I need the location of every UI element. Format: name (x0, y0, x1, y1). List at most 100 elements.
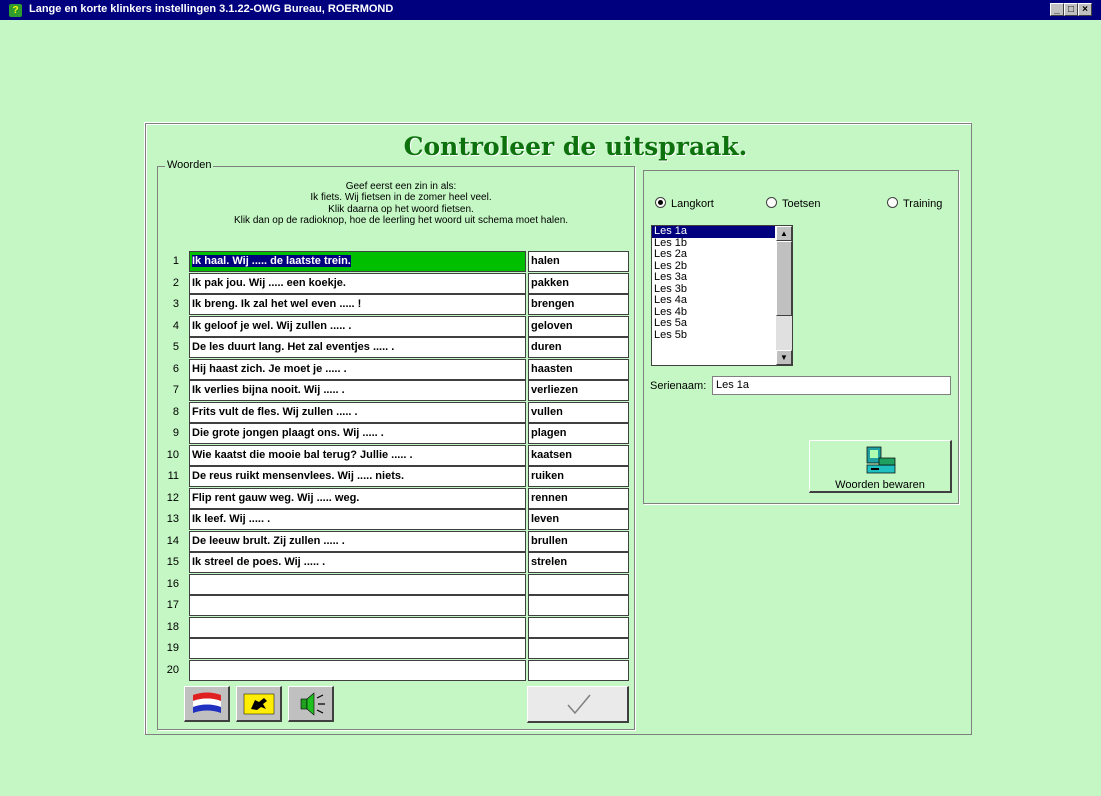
sentence-field[interactable]: Ik leef. Wij ..... . (189, 509, 526, 530)
list-item[interactable]: Les 3a (652, 271, 775, 284)
lesson-list[interactable]: Les 1a Les 1b Les 2a Les 2b Les 3a Les 3… (651, 225, 793, 366)
scroll-down-icon[interactable]: ▼ (776, 350, 792, 365)
sentence-field[interactable] (189, 638, 526, 659)
speaker-button[interactable] (288, 686, 334, 722)
table-row: 6 Hij haast zich. Je moet je ..... . haast… (160, 358, 630, 380)
sentence-field[interactable]: Die grote jongen plaagt ons. Wij ..... . (189, 423, 526, 444)
sentence-field[interactable] (189, 659, 526, 681)
list-item[interactable]: Les 4a (652, 294, 775, 307)
table-row: 17 (160, 595, 630, 616)
word-field[interactable] (528, 659, 629, 681)
sentence-field[interactable]: Wie kaatst die mooie bal terug? Jullie .… (189, 444, 526, 466)
scroll-up-icon[interactable]: ▲ (776, 226, 792, 241)
word-field[interactable] (528, 616, 629, 638)
row-number: 14 (166, 534, 179, 547)
scroll-thumb[interactable] (776, 241, 792, 316)
word-field[interactable]: ruiken (528, 466, 629, 487)
row-number: 8 (172, 405, 179, 418)
word-field[interactable]: geloven (528, 315, 629, 337)
radio-dot (766, 197, 777, 208)
row-number: 16 (166, 577, 179, 590)
table-row: 8 Frits vult de fles. Wij zullen ..... .v… (160, 401, 630, 423)
word-field[interactable]: kaatsen (528, 444, 629, 466)
sentence-field[interactable]: Frits vult de fles. Wij zullen ..... . (189, 401, 526, 423)
confirm-button[interactable] (527, 686, 629, 723)
table-row: 10 Wie kaatst die mooie bal terug? Jullie… (160, 444, 630, 466)
row-number: 7 (172, 384, 179, 396)
list-item[interactable]: Les 5b (652, 329, 775, 342)
table-row: 11 De reus ruikt mensenvlees. Wij ..... n… (160, 466, 630, 487)
sentence-field[interactable]: Ik pak jou. Wij ..... een koekje. (189, 272, 526, 294)
table-row: 13 Ik leef. Wij ..... . leven (160, 509, 630, 530)
row-number: 20 (166, 663, 179, 676)
row-number: 19 (166, 642, 179, 654)
radio-label: Training (903, 198, 943, 210)
table-row: 15 Ik streel de poes. Wij ..... . strelen (160, 552, 630, 573)
word-field[interactable]: verliezen (528, 380, 629, 401)
sentence-field[interactable]: De leeuw brult. Zij zullen ..... . (189, 530, 526, 552)
table-row: 18 (160, 616, 630, 638)
table-row: 12 Flip rent gauw weg. Wij ..... weg. renn… (160, 487, 630, 509)
word-field[interactable]: pakken (528, 272, 629, 294)
table-row: 2 Ik pak jou. Wij ..... een koekje. pakken (160, 272, 630, 294)
word-field[interactable]: rennen (528, 487, 629, 509)
radio-training[interactable]: Training (887, 197, 942, 210)
sentence-field[interactable]: Ik verlies bijna nooit. Wij ..... . (189, 380, 526, 401)
flemish-flag-button[interactable] (236, 686, 282, 722)
sentence-field[interactable]: Ik haal. Wij ..... de laatste trein. (189, 251, 526, 272)
word-field[interactable] (528, 573, 629, 595)
sentence-field[interactable]: De les duurt lang. Het zal eventjes ....… (189, 337, 526, 358)
dutch-flag-button[interactable] (184, 686, 230, 722)
sentence-field[interactable]: Hij haast zich. Je moet je ..... . (189, 358, 526, 380)
sentence-field[interactable]: Ik streel de poes. Wij ..... . (189, 552, 526, 573)
sentence-field[interactable]: Ik geloof je wel. Wij zullen ..... . (189, 315, 526, 337)
word-field[interactable]: brengen (528, 294, 629, 315)
maximize-button[interactable]: □ (1064, 3, 1078, 16)
word-field[interactable]: vullen (528, 401, 629, 423)
minimize-button[interactable]: _ (1050, 3, 1064, 16)
word-field[interactable]: plagen (528, 423, 629, 444)
instruction-line: Klik daarna op het woord fietsen. (328, 203, 474, 215)
close-button[interactable]: × (1078, 3, 1092, 16)
row-number: 15 (166, 556, 179, 568)
flemish-lion-flag-icon (243, 693, 275, 715)
sentence-field[interactable] (189, 573, 526, 595)
row-number: 10 (166, 448, 179, 461)
sentence-field[interactable]: De reus ruikt mensenvlees. Wij ..... nie… (189, 466, 526, 487)
row-number: 6 (172, 362, 179, 375)
instruction-line: Geef eerst een zin in als: (345, 181, 457, 192)
sentence-field[interactable] (189, 595, 526, 616)
word-field[interactable]: leven (528, 509, 629, 530)
list-item[interactable]: Les 5a (652, 317, 775, 330)
sentence-field[interactable]: Ik breng. Ik zal het wel even ..... ! (189, 294, 526, 315)
radio-langkort[interactable]: Langkort (655, 197, 714, 210)
word-field[interactable]: duren (528, 337, 629, 358)
save-words-label: Woorden bewaren (835, 479, 925, 491)
word-field[interactable]: halen (528, 251, 629, 272)
table-row: 7 Ik verlies bijna nooit. Wij ..... . verl… (160, 380, 630, 401)
sentence-field[interactable]: Flip rent gauw weg. Wij ..... weg. (189, 487, 526, 509)
row-number: 18 (166, 620, 179, 633)
row-number: 12 (166, 491, 179, 504)
row-number: 2 (172, 276, 179, 289)
table-row: 3 Ik breng. Ik zal het wel even ..... ! br… (160, 294, 630, 315)
save-words-button[interactable]: Woorden bewaren (809, 440, 952, 493)
table-row: 1 Ik haal. Wij ..... de laatste trein. hal… (160, 251, 630, 272)
word-field[interactable] (528, 595, 629, 616)
list-scrollbar[interactable]: ▲ ▼ (776, 226, 792, 365)
table-row: 20 (160, 659, 630, 681)
row-number: 1 (172, 255, 179, 267)
table-row: 14 De leeuw brult. Zij zullen ..... . brul… (160, 530, 630, 552)
checkmark-icon (567, 694, 591, 715)
word-field[interactable]: haasten (528, 358, 629, 380)
page-title: Controleer de uitspraak. (403, 132, 748, 161)
row-number: 9 (172, 427, 179, 439)
serie-input[interactable]: Les 1a (712, 376, 951, 395)
word-field[interactable] (528, 638, 629, 659)
list-item[interactable]: Les 1a (652, 226, 775, 238)
radio-toetsen[interactable]: Toetsen (766, 197, 821, 210)
word-field[interactable]: strelen (528, 552, 629, 573)
word-field[interactable]: brullen (528, 530, 629, 552)
list-item[interactable]: Les 2a (652, 248, 775, 261)
sentence-field[interactable] (189, 616, 526, 638)
